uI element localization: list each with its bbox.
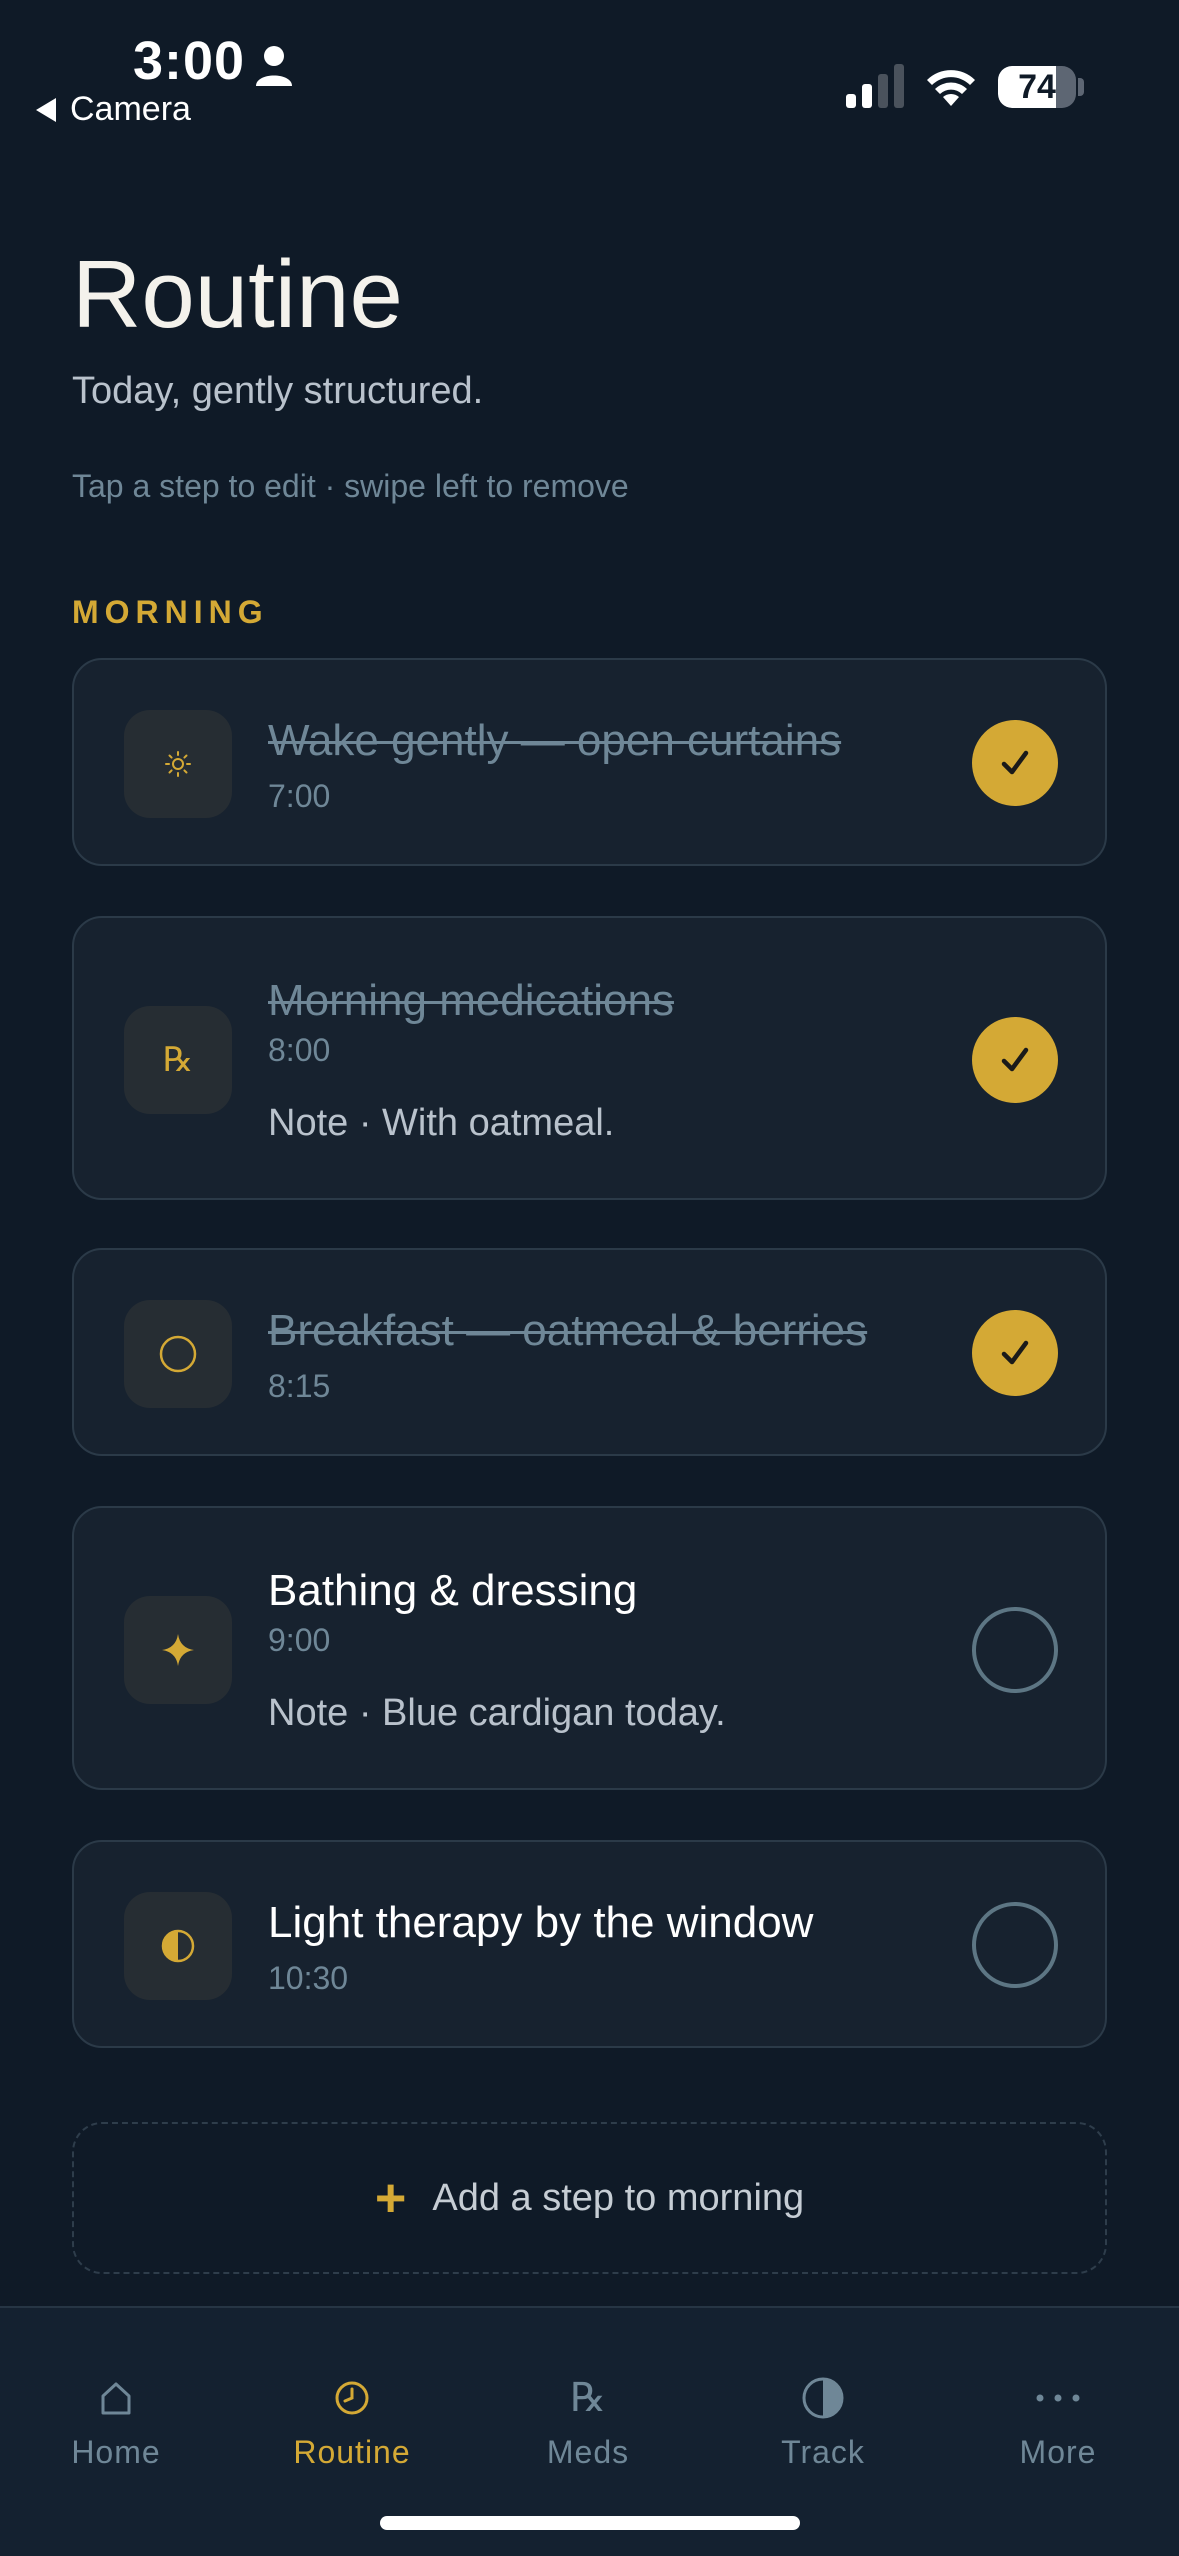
rx-icon: ℞ <box>570 2375 606 2421</box>
step-time: 8:15 <box>268 1368 331 1404</box>
step-time: 8:00 <box>268 1032 331 1068</box>
step-title: Morning medications <box>268 976 674 1025</box>
step-note: Note · Blue cardigan today. <box>268 1692 726 1734</box>
routine-step-card[interactable]: Breakfast — oatmeal & berries 8:15 <box>72 1248 1107 1456</box>
home-indicator[interactable] <box>380 2516 800 2530</box>
more-dots-icon <box>1028 2368 1088 2428</box>
step-note: Note · With oatmeal. <box>268 1102 615 1144</box>
rx-icon: ℞ <box>124 1006 232 1114</box>
page-subtitle: Today, gently structured. <box>72 370 484 412</box>
tab-label: Track <box>781 2434 865 2470</box>
step-title: Breakfast — oatmeal & berries <box>268 1306 868 1355</box>
checkmark-icon <box>1001 1047 1029 1072</box>
house-icon <box>86 2368 146 2428</box>
routine-step-card[interactable]: Wake gently — open curtains 7:00 <box>72 658 1107 866</box>
edit-hint: Tap a step to edit · swipe left to remov… <box>72 468 629 504</box>
routine-step-card[interactable]: Bathing & dressing 9:00 Note · Blue card… <box>72 1506 1107 1790</box>
add-step-button[interactable]: + Add a step to morning <box>72 2122 1107 2274</box>
back-label: Camera <box>70 90 191 128</box>
status-time: 3:00 <box>133 31 246 91</box>
step-complete-toggle[interactable] <box>972 1607 1058 1693</box>
page-title: Routine <box>72 241 403 348</box>
back-to-camera-button[interactable]: Camera <box>36 90 191 129</box>
routine-step-card[interactable]: Light therapy by the window 10:30 <box>72 1840 1107 2048</box>
tab-track[interactable]: Track <box>723 2308 923 2488</box>
routine-step-card[interactable]: ℞ Morning medications 8:00 Note · With o… <box>72 916 1107 1200</box>
add-step-label: Add a step to morning <box>432 2176 805 2219</box>
plus-icon: + <box>374 2168 407 2228</box>
step-title: Light therapy by the window <box>268 1898 814 1947</box>
step-complete-toggle[interactable] <box>972 1017 1058 1103</box>
half-circle-icon <box>124 1892 232 2000</box>
step-time: 10:30 <box>268 1960 349 1996</box>
wifi-icon <box>927 70 975 106</box>
section-label-morning: MORNING <box>72 594 269 630</box>
sparkle-icon <box>124 1596 232 1704</box>
step-complete-toggle[interactable] <box>972 720 1058 806</box>
routine-screen: 3:00 Camera 74 Routine Today, gently str… <box>0 0 1179 2556</box>
tab-more[interactable]: More <box>958 2308 1158 2488</box>
tab-label: Routine <box>293 2434 411 2470</box>
checkmark-icon <box>1001 750 1029 775</box>
checkmark-icon <box>1001 1340 1029 1365</box>
battery-level: 74 <box>1018 67 1056 106</box>
tab-label: More <box>1019 2434 1097 2470</box>
step-title: Bathing & dressing <box>268 1566 638 1615</box>
person-icon <box>256 46 292 86</box>
clock-icon <box>322 2368 382 2428</box>
back-arrow-icon <box>36 97 56 122</box>
tab-meds[interactable]: ℞ Meds <box>488 2308 688 2488</box>
tab-home[interactable]: Home <box>16 2308 216 2488</box>
signal-icon <box>846 64 904 108</box>
step-time: 7:00 <box>268 778 331 814</box>
circle-icon <box>124 1300 232 1408</box>
step-title: Wake gently — open curtains <box>268 716 842 765</box>
half-circle-icon <box>793 2368 853 2428</box>
tab-routine[interactable]: Routine <box>252 2308 452 2488</box>
tab-label: Meds <box>546 2434 630 2470</box>
battery-indicator: 74 <box>998 66 1076 108</box>
sun-icon <box>124 710 232 818</box>
step-time: 9:00 <box>268 1622 331 1658</box>
step-complete-toggle[interactable] <box>972 1902 1058 1988</box>
tab-label: Home <box>71 2434 161 2470</box>
step-complete-toggle[interactable] <box>972 1310 1058 1396</box>
